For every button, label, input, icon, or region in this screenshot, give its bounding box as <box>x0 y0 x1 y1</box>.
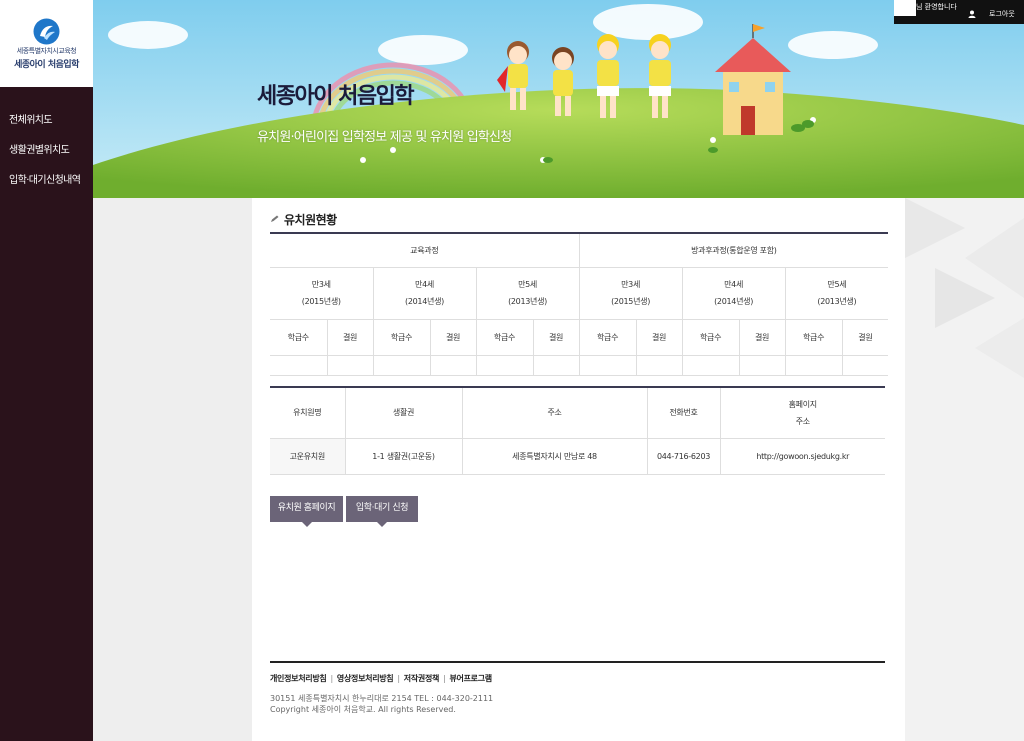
education-office-emblem-icon <box>33 18 60 45</box>
pencil-icon <box>271 215 279 222</box>
group-header-afterschool: 방과후과정(통합운영 포함) <box>579 233 889 268</box>
section-title: 유치원현황 <box>284 213 337 227</box>
class-count-header: 학급수 <box>682 319 740 356</box>
birth-year-label: (2013년생) <box>817 297 857 306</box>
address-cell: 세종특별자치시 만남로 48 <box>462 438 648 475</box>
table-row: 고운유치원 1-1 생활권(고운동) 세종특별자치시 만남로 48 044-71… <box>270 438 885 475</box>
class-count-header: 학급수 <box>579 319 637 356</box>
banner-title: 세종아이 처음입학 <box>257 84 415 109</box>
kindergarten-homepage-button[interactable]: 유치원 홈페이지 <box>270 496 343 527</box>
class-count-cell <box>682 355 740 376</box>
age-label: 만5세 <box>827 280 847 289</box>
age-header: 만4세 (2014년생) <box>373 267 477 320</box>
footer-link-privacy[interactable]: 개인정보처리방침 <box>270 674 327 683</box>
birth-year-label: (2013년생) <box>508 297 547 306</box>
kindergarten-homepage-button-label: 유치원 홈페이지 <box>277 503 336 513</box>
birth-year-label: (2014년생) <box>405 297 444 306</box>
age-header: 만4세 (2014년생) <box>682 267 786 320</box>
vacancy-cell <box>739 355 786 376</box>
sidebar-item-application-history[interactable]: 입학·대기신청내역 <box>9 171 81 186</box>
apply-waitlist-button[interactable]: 입학·대기 신청 <box>346 496 418 527</box>
footer-link-viewer[interactable]: 뷰어프로그램 <box>450 674 493 683</box>
class-count-header: 학급수 <box>373 319 431 356</box>
age-label: 만5세 <box>518 280 537 289</box>
class-count-cell <box>579 355 637 376</box>
welcome-text: 님 환영합니다 <box>916 3 957 11</box>
zone-cell: 1-1 생활권(고운동) <box>345 438 463 475</box>
kindergarten-name: 고운유치원 <box>270 438 346 475</box>
footer-separator: | <box>443 674 446 683</box>
apply-waitlist-button-label: 입학·대기 신청 <box>355 503 409 513</box>
group-header-curriculum: 교육과정 <box>270 233 580 268</box>
vacancy-header: 결원 <box>327 319 374 356</box>
birth-year-label: (2014년생) <box>714 297 754 306</box>
age-label: 만4세 <box>724 280 744 289</box>
user-name-field <box>894 0 916 16</box>
footer-copyright: Copyright 세종아이 처음학교. All rights Reserved… <box>270 705 456 714</box>
age-header: 만5세 (2013년생) <box>785 267 889 320</box>
class-count-header: 학급수 <box>270 319 328 356</box>
age-header: 만3세 (2015년생) <box>270 267 374 320</box>
age-header: 만5세 (2013년생) <box>476 267 580 320</box>
vacancy-header: 결원 <box>739 319 786 356</box>
table-row <box>270 355 889 376</box>
footer-links: 개인정보처리방침 | 영상정보처리방침 | 저작권정책 | 뷰어프로그램 <box>270 673 492 684</box>
homepage-header: 홈페이지주소 <box>720 387 885 439</box>
user-icon <box>968 10 976 18</box>
geometric-pattern <box>905 198 1024 378</box>
age-label: 만4세 <box>415 280 434 289</box>
age-label: 만3세 <box>621 280 641 289</box>
class-count-cell <box>785 355 843 376</box>
phone-header: 전화번호 <box>647 387 721 439</box>
logout-link[interactable]: 로그아웃 <box>989 9 1015 19</box>
class-count-header: 학급수 <box>476 319 534 356</box>
hero-banner: 세종아이 처음입학 유치원·어린이집 입학정보 제공 및 유치원 입학신청 <box>93 0 1024 198</box>
footer-separator: | <box>330 674 333 683</box>
button-pointer <box>377 522 387 527</box>
vacancy-cell <box>842 355 889 376</box>
name-header: 유치원명 <box>270 387 346 439</box>
main-content: 유치원현황 교육과정 방과후과정(통합운영 포함) 만3세 (2015년생) 만4… <box>252 198 905 741</box>
phone-cell: 044-716-6203 <box>647 438 721 475</box>
footer-divider <box>270 661 885 663</box>
sidebar: 세종특별자치시교육청 세종아이 처음입학 전체위치도 생활권별위치도 입학·대기… <box>0 0 93 741</box>
vacancy-cell <box>636 355 683 376</box>
homepage-link[interactable]: http://gowoon.sjedukg.kr <box>720 438 885 475</box>
button-pointer <box>301 522 312 527</box>
homepage-header-line1: 홈페이지 <box>788 399 818 409</box>
footer-link-copyright-policy[interactable]: 저작권정책 <box>404 674 440 683</box>
vacancy-cell <box>430 355 477 376</box>
class-count-cell <box>476 355 534 376</box>
birth-year-label: (2015년생) <box>301 297 341 306</box>
sidebar-item-overall-map[interactable]: 전체위치도 <box>9 111 53 126</box>
birth-year-label: (2015년생) <box>611 297 651 306</box>
homepage-header-line2: 주소 <box>795 416 810 426</box>
banner-illustration <box>93 0 1024 198</box>
footer-link-cctv-policy[interactable]: 영상정보처리방침 <box>337 674 394 683</box>
banner-subtitle: 유치원·어린이집 입학정보 제공 및 유치원 입학신청 <box>257 130 512 145</box>
vacancy-cell <box>533 355 580 376</box>
age-header: 만3세 (2015년생) <box>579 267 683 320</box>
logo-org-name: 세종특별자치시교육청 <box>16 47 77 55</box>
vacancy-header: 결원 <box>636 319 683 356</box>
kindergarten-info-table: 유치원명 생활권 주소 전화번호 홈페이지 주소 고운유치원 1-1 생활권(고운… <box>270 386 885 475</box>
footer-separator: | <box>397 674 400 683</box>
vacancy-cell <box>327 355 374 376</box>
vacancy-header: 결원 <box>533 319 580 356</box>
class-count-cell <box>270 355 328 376</box>
vacancy-header: 결원 <box>842 319 889 356</box>
footer-address: 30151 세종특별자치시 한누리대로 2154 TEL : 044-320-2… <box>270 694 494 703</box>
class-status-table: 교육과정 방과후과정(통합운영 포함) 만3세 (2015년생) 만4세 (2014… <box>270 232 889 376</box>
class-count-header: 학급수 <box>785 319 843 356</box>
logo[interactable]: 세종특별자치시교육청 세종아이 처음입학 <box>0 0 93 87</box>
address-header: 주소 <box>462 387 648 439</box>
top-bar: 님 환영합니다 로그아웃 <box>894 0 1024 24</box>
vacancy-header: 결원 <box>430 319 477 356</box>
zone-header: 생활권 <box>345 387 463 439</box>
sidebar-item-zone-map[interactable]: 생활권별위치도 <box>9 141 70 156</box>
logo-service-name: 세종아이 처음입학 <box>14 60 79 70</box>
age-label: 만3세 <box>311 280 331 289</box>
class-count-cell <box>373 355 431 376</box>
right-decoration <box>905 198 1024 741</box>
